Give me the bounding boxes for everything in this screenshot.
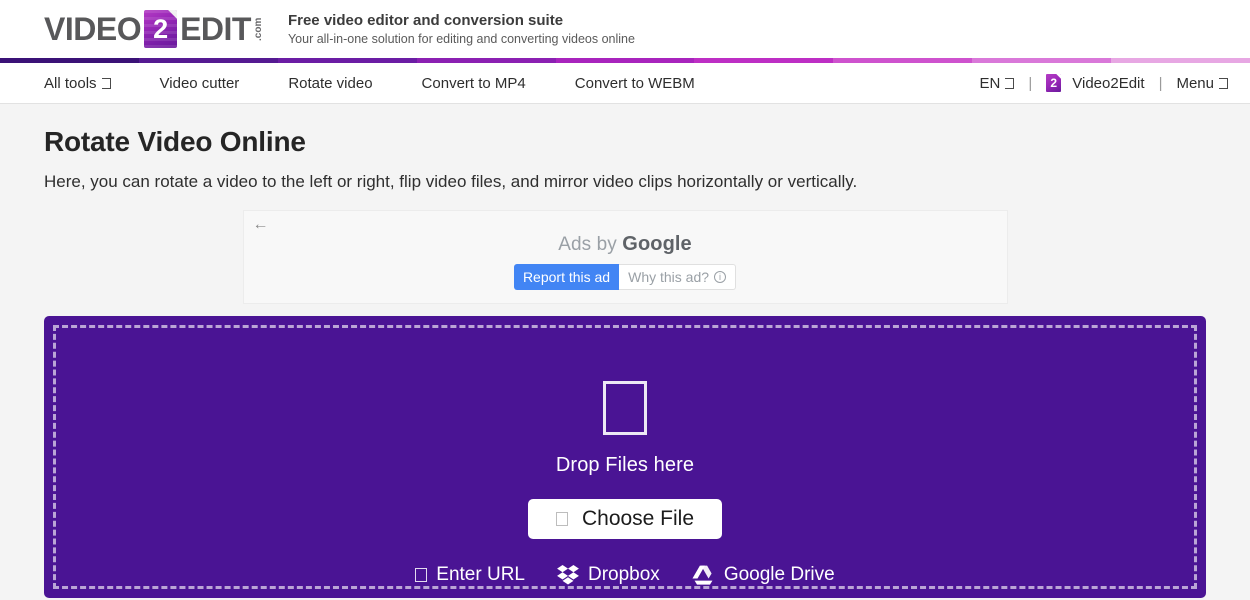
ads-by-prefix: Ads by xyxy=(558,234,623,255)
dropbox-icon xyxy=(557,565,579,585)
chevron-down-icon xyxy=(1219,77,1228,89)
folder-placeholder-icon xyxy=(555,511,568,526)
language-selector[interactable]: EN xyxy=(980,75,1015,92)
dropbox-button[interactable]: Dropbox xyxy=(557,564,660,586)
nav-item-rotate-video[interactable]: Rotate video xyxy=(288,75,372,92)
menu-button[interactable]: Menu xyxy=(1176,75,1228,92)
google-drive-icon xyxy=(692,565,715,585)
nav-item-label: All tools xyxy=(44,74,97,92)
site-tagline: Free video editor and conversion suite Y… xyxy=(288,11,635,47)
nav-item-all-tools[interactable]: All tools xyxy=(44,75,111,92)
logo-badge-number: 2 xyxy=(153,13,169,44)
nav-secondary-links: EN | 2 Video2Edit | Menu xyxy=(980,74,1250,92)
video2edit-icon: 2 xyxy=(1046,74,1062,92)
nav-divider: | xyxy=(1028,74,1033,92)
ads-by-google-label: Ads by Google xyxy=(558,233,692,256)
advertisement-region: ← Ads by Google Report this ad Why this … xyxy=(44,210,1206,304)
report-this-ad-button[interactable]: Report this ad xyxy=(513,264,620,290)
google-drive-button[interactable]: Google Drive xyxy=(692,564,835,586)
enter-url-label: Enter URL xyxy=(436,564,525,585)
nav-item-label: Convert to WEBM xyxy=(574,74,695,92)
nav-item-convert-to-webm[interactable]: Convert to WEBM xyxy=(575,75,695,92)
logo-badge-icon: 2 xyxy=(144,10,178,48)
choose-file-button[interactable]: Choose File xyxy=(527,498,723,539)
back-arrow-icon[interactable]: ← xyxy=(253,217,269,233)
link-placeholder-icon xyxy=(415,568,428,582)
site-logo[interactable]: VIDEO 2 EDIT .com xyxy=(44,10,264,48)
tagline-secondary: Your all-in-one solution for editing and… xyxy=(287,32,635,47)
chevron-down-icon xyxy=(101,77,111,89)
nav-item-label: Rotate video xyxy=(288,74,373,92)
language-label: EN xyxy=(979,74,1001,92)
account-link[interactable]: 2 Video2Edit xyxy=(1046,74,1145,92)
file-placeholder-icon xyxy=(603,381,647,435)
logo-word-edit: EDIT xyxy=(180,11,251,47)
info-icon: i xyxy=(714,271,727,283)
page-title: Rotate Video Online xyxy=(44,126,306,157)
video2edit-icon-number: 2 xyxy=(1050,76,1058,90)
why-this-ad-button[interactable]: Why this ad? i xyxy=(619,264,737,290)
account-label: Video2Edit xyxy=(1072,74,1145,92)
nav-item-label: Convert to MP4 xyxy=(421,74,526,92)
tagline-primary: Free video editor and conversion suite xyxy=(287,11,564,29)
google-wordmark: Google xyxy=(622,233,692,255)
nav-primary-links: All tools Video cutter Rotate video Conv… xyxy=(0,75,744,92)
logo-dotcom: .com xyxy=(252,17,264,41)
file-dropzone[interactable]: Drop Files here Choose File Enter URL Dr… xyxy=(44,316,1206,598)
google-ad-box[interactable]: ← Ads by Google Report this ad Why this … xyxy=(242,210,1008,304)
nav-divider: | xyxy=(1158,74,1163,92)
main-navigation: All tools Video cutter Rotate video Conv… xyxy=(0,63,1250,104)
enter-url-button[interactable]: Enter URL xyxy=(415,564,525,586)
nav-item-label: Video cutter xyxy=(159,74,240,92)
nav-item-convert-to-mp4[interactable]: Convert to MP4 xyxy=(422,75,526,92)
chevron-down-icon xyxy=(1005,77,1015,89)
dropbox-label: Dropbox xyxy=(587,564,660,585)
main-content: Rotate Video Online Here, you can rotate… xyxy=(0,126,1250,598)
file-dropzone-inner: Drop Files here Choose File Enter URL Dr… xyxy=(53,325,1197,589)
ad-controls: Report this ad Why this ad? i xyxy=(513,264,737,290)
site-header: VIDEO 2 EDIT .com Free video editor and … xyxy=(0,0,1250,58)
cloud-source-row: Enter URL Dropbox Google Drive xyxy=(415,564,835,586)
choose-file-label: Choose File xyxy=(581,506,695,530)
page-subtitle: Here, you can rotate a video to the left… xyxy=(44,172,858,191)
menu-label: Menu xyxy=(1176,74,1214,92)
nav-item-video-cutter[interactable]: Video cutter xyxy=(160,75,240,92)
google-drive-label: Google Drive xyxy=(723,564,835,585)
logo-word-video: VIDEO xyxy=(44,11,142,47)
why-this-ad-label: Why this ad? xyxy=(628,269,710,285)
drop-files-label: Drop Files here xyxy=(555,453,695,476)
